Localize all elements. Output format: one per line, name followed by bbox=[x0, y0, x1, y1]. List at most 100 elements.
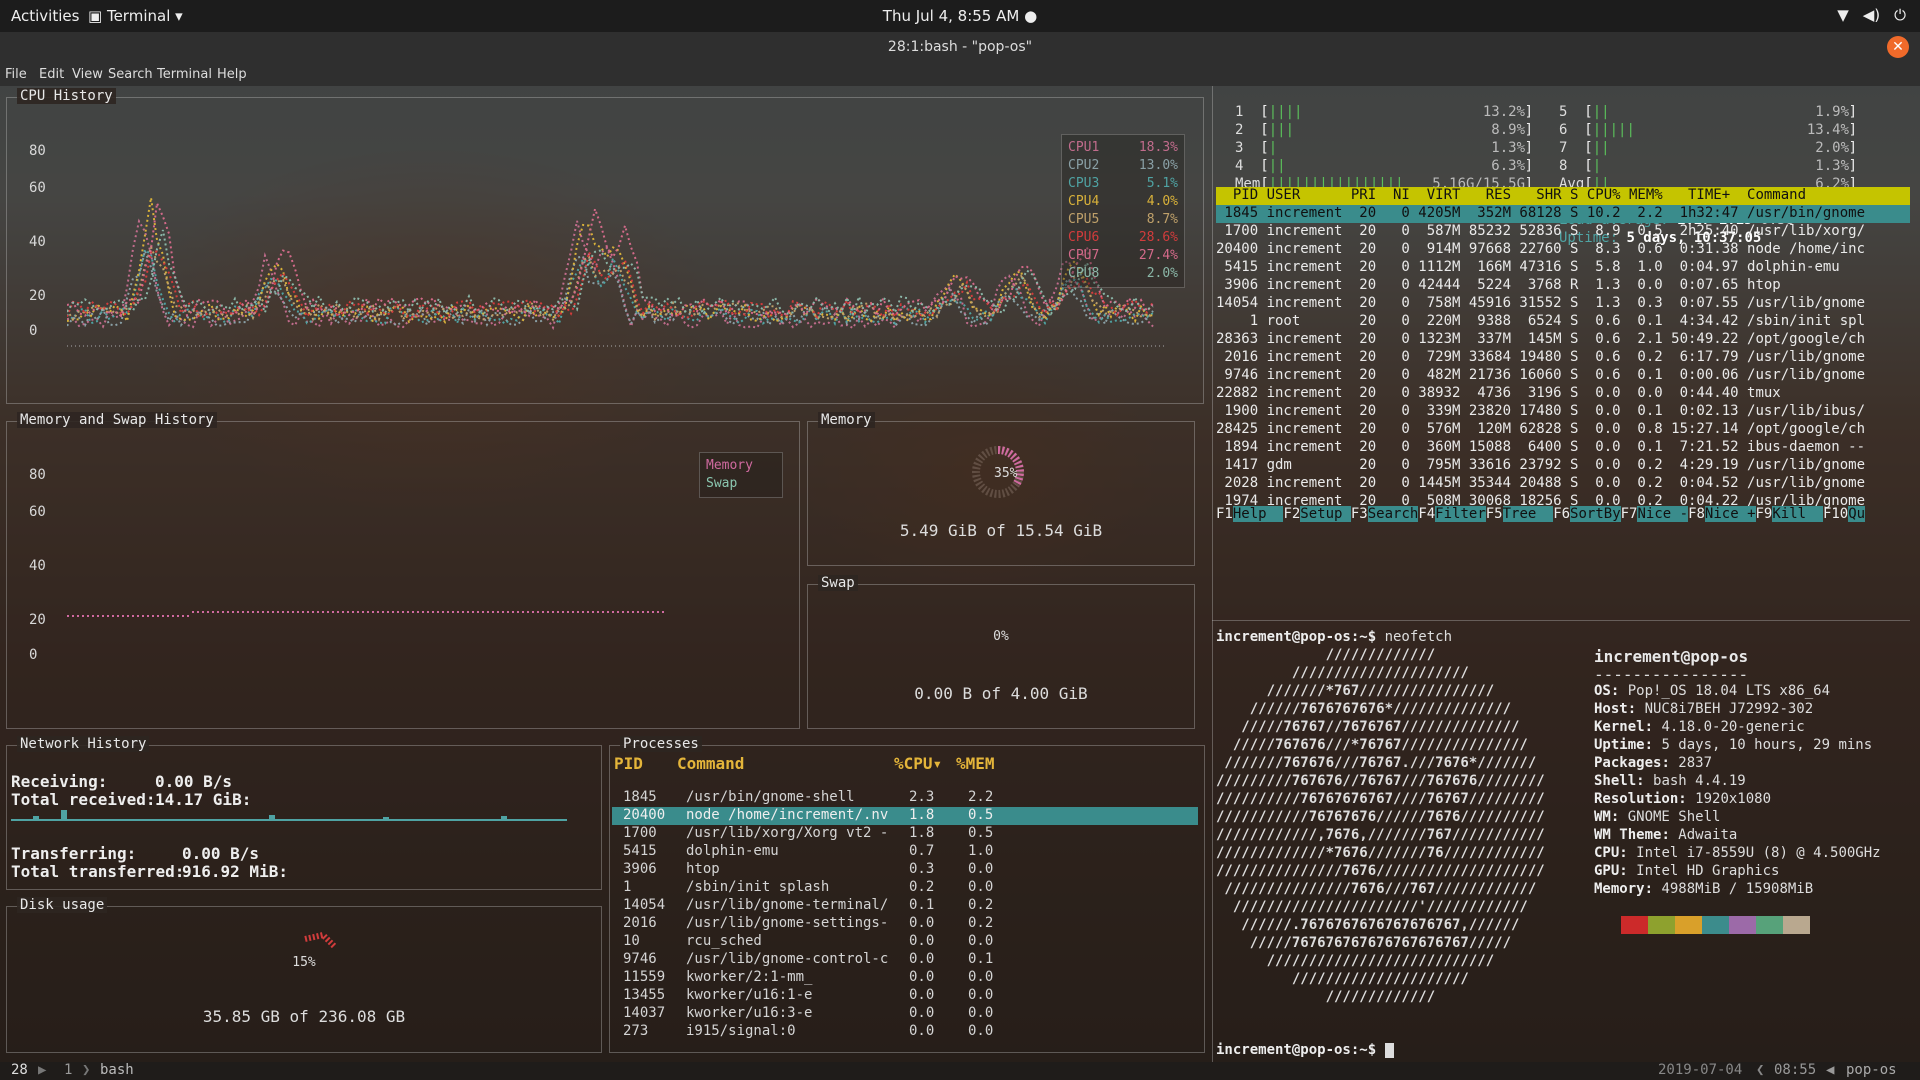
legend-cpu-value: 2.0% bbox=[1146, 266, 1178, 281]
table-row[interactable]: 3906 htop 0.3 0.0 bbox=[612, 861, 1198, 879]
htop-row[interactable]: 1 root 20 0 220M 9388 6524 S 0.6 0.1 4:3… bbox=[1216, 313, 1910, 331]
logo-line: ////////////,7676,///////767/////////// bbox=[1216, 827, 1545, 843]
info-value: 4.18.0-20-generic bbox=[1661, 719, 1805, 735]
logo-line: /////767676767676767676767///// bbox=[1216, 935, 1512, 951]
htop-row[interactable]: 14054 increment 20 0 758M 45916 31552 S … bbox=[1216, 295, 1910, 313]
menu-view[interactable]: View bbox=[72, 67, 103, 82]
col-command[interactable]: Command bbox=[677, 754, 744, 773]
app-menu-button[interactable]: ▣ Terminal ▾ bbox=[88, 7, 183, 25]
process-cell: 0.0 bbox=[909, 915, 935, 931]
cpu-series-line bbox=[67, 197, 1154, 325]
htop-row[interactable]: 5415 increment 20 0 1112M 166M 47316 S 5… bbox=[1216, 259, 1910, 277]
fkey-label: Filter bbox=[1435, 506, 1486, 522]
final-prompt-line[interactable]: increment@pop-os:~$ bbox=[1216, 1042, 1394, 1058]
table-row[interactable]: 14054/usr/lib/gnome-terminal/0.1 0.2 bbox=[612, 897, 1198, 915]
htop-row[interactable]: 1900 increment 20 0 339M 23820 17480 S 0… bbox=[1216, 403, 1910, 421]
table-row[interactable]: 1/sbin/init splash 0.2 0.0 bbox=[612, 879, 1198, 897]
bracket: [ bbox=[1567, 104, 1593, 120]
cpu-percent: 13.2% bbox=[1482, 104, 1525, 120]
table-row[interactable]: 5415 dolphin-emu 0.7 1.0 bbox=[612, 843, 1198, 861]
htop-row[interactable]: 22882 increment 20 0 38932 4736 3196 S 0… bbox=[1216, 385, 1910, 403]
table-row[interactable]: 2016/usr/lib/gnome-settings- 0.0 0.2 bbox=[612, 915, 1198, 933]
info-key: WM Theme bbox=[1594, 827, 1662, 843]
htop-row[interactable]: 3906 increment 20 0 42444 5224 3768 R 1.… bbox=[1216, 277, 1910, 295]
fkey-f9[interactable]: F9 bbox=[1756, 506, 1773, 522]
fkey-f3[interactable]: F3 bbox=[1351, 506, 1368, 522]
tmux-window-name[interactable]: bash bbox=[100, 1062, 134, 1078]
htop-row[interactable]: 9746 increment 20 0 482M 21736 16060 S 0… bbox=[1216, 367, 1910, 385]
table-row[interactable]: 1845/usr/bin/gnome-shell 2.3 2.2 bbox=[612, 789, 1198, 807]
close-icon[interactable]: ✕ bbox=[1887, 36, 1909, 58]
process-cell: htop bbox=[686, 861, 720, 877]
bracket: ] bbox=[1524, 122, 1533, 138]
legend-cpu-value: 13.0% bbox=[1138, 158, 1178, 173]
table-row[interactable]: 11559 kworker/2:1-mm_ 0.0 0.0 bbox=[612, 969, 1198, 987]
process-cell: 0.0 bbox=[968, 969, 994, 985]
info-key: Kernel bbox=[1594, 719, 1645, 735]
htop-row[interactable]: 2028 increment 20 0 1445M 35344 20488 S … bbox=[1216, 475, 1910, 493]
fkey-f6[interactable]: F6 bbox=[1553, 506, 1570, 522]
disk-usage-text: 35.85 GB of 236.08 GB bbox=[202, 1007, 406, 1026]
menu-help[interactable]: Help bbox=[217, 67, 247, 82]
process-cell: 0.5 bbox=[968, 807, 994, 823]
col-mem[interactable]: %MEM bbox=[956, 754, 995, 773]
process-cell: 10 bbox=[623, 933, 640, 949]
htop-row[interactable]: 28363 increment 20 0 1323M 337M 145M S 0… bbox=[1216, 331, 1910, 349]
fkey-label: Kill bbox=[1772, 506, 1823, 522]
htop-column-header[interactable]: PID USER PRI NI VIRT RES SHR S CPU% MEM%… bbox=[1216, 187, 1910, 205]
info-colon: : bbox=[1610, 683, 1628, 699]
clock[interactable]: Thu Jul 4, 8:55 AM ● bbox=[0, 7, 1920, 25]
panel-title: Memory bbox=[818, 412, 875, 428]
info-value: 2837 bbox=[1678, 755, 1713, 771]
chevron-right-icon: ▶ bbox=[38, 1062, 47, 1078]
htop-row[interactable]: 28425 increment 20 0 576M 120M 62828 S 0… bbox=[1216, 421, 1910, 439]
cpu-legend: CPU1 18.3% CPU2 13.0% CPU3 5.1% CPU4 4.0% CPU5 8.… bbox=[1061, 134, 1185, 288]
htop-row[interactable]: 1417 gdm 20 0 795M 33616 23792 S 0.0 0.2… bbox=[1216, 457, 1910, 475]
fkey-f8[interactable]: F8 bbox=[1688, 506, 1705, 522]
fkey-f4[interactable]: F4 bbox=[1418, 506, 1435, 522]
process-cell: 0.1 bbox=[968, 951, 994, 967]
table-row[interactable]: 1700/usr/lib/xorg/Xorg vt2 - 1.8 0.5 bbox=[612, 825, 1198, 843]
table-row[interactable]: 9746/usr/lib/gnome-control-c 0.0 0.1 bbox=[612, 951, 1198, 969]
table-row[interactable]: 14037 kworker/u16:3-e 0.0 0.0 bbox=[612, 1005, 1198, 1023]
htop-row[interactable]: 1894 increment 20 0 360M 15088 6400 S 0.… bbox=[1216, 439, 1910, 457]
tmux-pane-divider[interactable] bbox=[1212, 86, 1213, 1062]
fkey-f5[interactable]: F5 bbox=[1486, 506, 1503, 522]
tmux-status-bar: 28 ▶ 1 ❯ bash 2019-07-04 ❮ 08:55 ◀ pop-o… bbox=[0, 1062, 1920, 1080]
fkey-f10[interactable]: F10 bbox=[1823, 506, 1848, 522]
col-pid[interactable]: PID bbox=[614, 754, 643, 773]
process-cell: 273 bbox=[623, 1023, 649, 1039]
wifi-icon: ▼ bbox=[1837, 6, 1849, 24]
menu-file[interactable]: File bbox=[5, 67, 27, 82]
table-row[interactable]: 20400 node /home/increment/.nv 1.8 0.5 bbox=[612, 807, 1198, 825]
htop-row[interactable]: 2016 increment 20 0 729M 33684 19480 S 0… bbox=[1216, 349, 1910, 367]
process-cell: 0.2 bbox=[968, 897, 994, 913]
htop-row[interactable]: 20400 increment 20 0 914M 97668 22760 S … bbox=[1216, 241, 1910, 259]
menu-search[interactable]: Search bbox=[108, 67, 153, 82]
info-line: Uptime: 5 days, 10 hours, 29 mins bbox=[1594, 737, 1872, 753]
htop-row[interactable]: 1700 increment 20 0 587M 85232 52836 S 8… bbox=[1216, 223, 1910, 241]
bracket: [ bbox=[1243, 158, 1269, 174]
info-line: Memory: 4988MiB / 15908MiB bbox=[1594, 881, 1813, 897]
memory-history-plot bbox=[67, 611, 667, 617]
cpu-history-panel: CPU History 80 60 40 20 0 CPU1 18.3% CPU2 1… bbox=[6, 88, 1204, 404]
table-row[interactable]: 273 i915/signal:0 0.0 0.0 bbox=[612, 1023, 1198, 1041]
info-value: 5 days, 10 hours, 29 mins bbox=[1661, 737, 1873, 753]
fkey-f1[interactable]: F1 bbox=[1216, 506, 1233, 522]
fkey-f2[interactable]: F2 bbox=[1283, 506, 1300, 522]
fkey-f7[interactable]: F7 bbox=[1621, 506, 1638, 522]
activities-button[interactable]: Activities bbox=[11, 7, 79, 25]
info-line: Resolution: 1920x1080 bbox=[1594, 791, 1771, 807]
table-row[interactable]: 13455 kworker/u16:1-e 0.0 0.0 bbox=[612, 987, 1198, 1005]
tmux-window-index[interactable]: 1 bbox=[64, 1062, 72, 1078]
shell-prompt: increment@pop-os:~$ bbox=[1216, 629, 1385, 645]
htop-row[interactable]: 1845 increment 20 0 4205M 352M 68128 S 1… bbox=[1216, 205, 1910, 223]
tmux-pane-divider[interactable] bbox=[1212, 620, 1910, 621]
bracket: [ bbox=[1243, 104, 1269, 120]
system-tray[interactable]: ▼ ◀) ⏻ bbox=[1837, 6, 1906, 24]
col-cpu[interactable]: %CPU▾ bbox=[894, 754, 942, 773]
window-titlebar[interactable]: 28:1:bash - "pop-os" ✕ bbox=[0, 32, 1920, 64]
menu-terminal[interactable]: Terminal bbox=[157, 67, 212, 82]
table-row[interactable]: 10 rcu_sched 0.0 0.0 bbox=[612, 933, 1198, 951]
menu-edit[interactable]: Edit bbox=[39, 67, 64, 82]
